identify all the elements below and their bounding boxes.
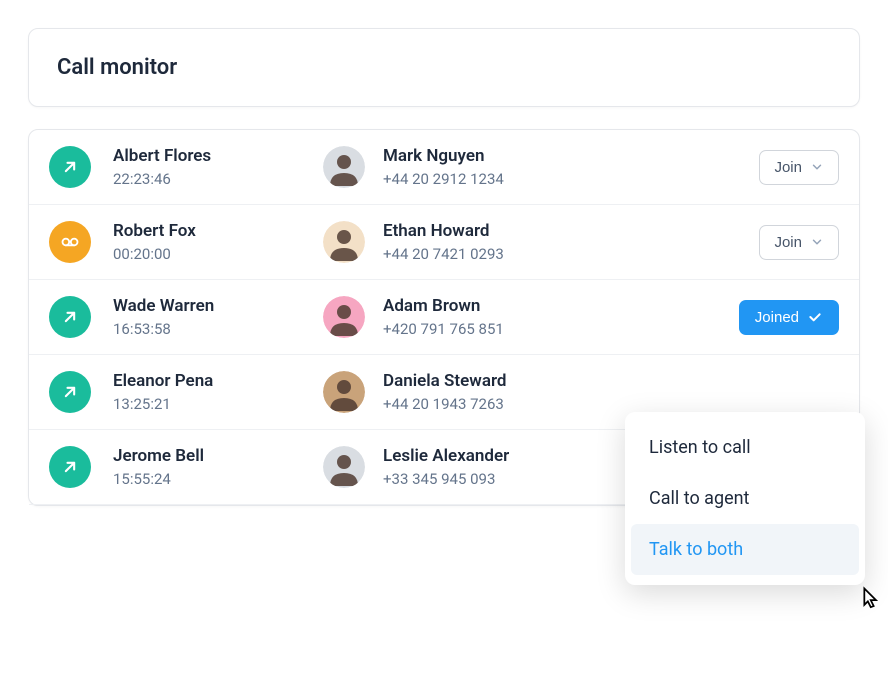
outbound-call-icon: [49, 146, 91, 188]
call-duration: 15:55:24: [113, 470, 323, 488]
header-panel: Call monitor: [28, 28, 860, 107]
dropdown-item[interactable]: Listen to call: [625, 422, 865, 473]
call-duration: 00:20:00: [113, 245, 323, 263]
agent-name: Robert Fox: [113, 221, 323, 241]
joined-button[interactable]: Joined: [739, 300, 839, 335]
agent-name: Jerome Bell: [113, 446, 323, 466]
contact-phone: +420 791 765 851: [383, 320, 739, 338]
contact-name: Daniela Steward: [383, 371, 839, 391]
contact-avatar: [323, 221, 365, 263]
contact-name: Adam Brown: [383, 296, 739, 316]
agent-name: Wade Warren: [113, 296, 323, 316]
call-row: Robert Fox 00:20:00 Ethan Howard +44 20 742…: [29, 205, 859, 280]
contact-avatar: [323, 296, 365, 338]
dropdown-item[interactable]: Talk to both: [631, 524, 859, 575]
contact-phone: +44 20 1943 7263: [383, 395, 839, 413]
agent-column: Albert Flores 22:23:46: [113, 146, 323, 188]
call-duration: 13:25:21: [113, 395, 323, 413]
chevron-down-icon: [810, 235, 824, 249]
cursor-pointer-icon: [855, 585, 883, 613]
join-button[interactable]: Join: [759, 150, 839, 185]
contact-phone: +44 20 2912 1234: [383, 170, 759, 188]
action-column: Join: [759, 225, 839, 260]
outbound-call-icon: [49, 371, 91, 413]
contact-avatar: [323, 371, 365, 413]
voicemail-icon: [49, 221, 91, 263]
call-row: Albert Flores 22:23:46 Mark Nguyen +44 20 2…: [29, 130, 859, 205]
contact-column: Mark Nguyen +44 20 2912 1234: [383, 146, 759, 188]
join-action-menu: Listen to callCall to agentTalk to both: [625, 412, 865, 585]
action-column: Join: [759, 150, 839, 185]
contact-name: Mark Nguyen: [383, 146, 759, 166]
join-button[interactable]: Join: [759, 225, 839, 260]
contact-column: Adam Brown +420 791 765 851: [383, 296, 739, 338]
agent-name: Albert Flores: [113, 146, 323, 166]
agent-column: Robert Fox 00:20:00: [113, 221, 323, 263]
contact-avatar: [323, 146, 365, 188]
call-duration: 22:23:46: [113, 170, 323, 188]
join-button-label: Join: [774, 234, 802, 251]
action-column: Joined: [739, 300, 839, 335]
joined-button-label: Joined: [755, 309, 799, 326]
check-icon: [807, 309, 823, 325]
contact-name: Ethan Howard: [383, 221, 759, 241]
call-duration: 16:53:58: [113, 320, 323, 338]
outbound-call-icon: [49, 296, 91, 338]
agent-column: Eleanor Pena 13:25:21: [113, 371, 323, 413]
call-list: Albert Flores 22:23:46 Mark Nguyen +44 20 2…: [28, 129, 860, 506]
agent-name: Eleanor Pena: [113, 371, 323, 391]
contact-column: Ethan Howard +44 20 7421 0293: [383, 221, 759, 263]
agent-column: Jerome Bell 15:55:24: [113, 446, 323, 488]
contact-phone: +44 20 7421 0293: [383, 245, 759, 263]
outbound-call-icon: [49, 446, 91, 488]
join-button-label: Join: [774, 159, 802, 176]
contact-avatar: [323, 446, 365, 488]
contact-column: Daniela Steward +44 20 1943 7263: [383, 371, 839, 413]
chevron-down-icon: [810, 160, 824, 174]
page-title: Call monitor: [57, 55, 831, 80]
agent-column: Wade Warren 16:53:58: [113, 296, 323, 338]
dropdown-item[interactable]: Call to agent: [625, 473, 865, 524]
call-row: Wade Warren 16:53:58 Adam Brown +420 791 76…: [29, 280, 859, 355]
